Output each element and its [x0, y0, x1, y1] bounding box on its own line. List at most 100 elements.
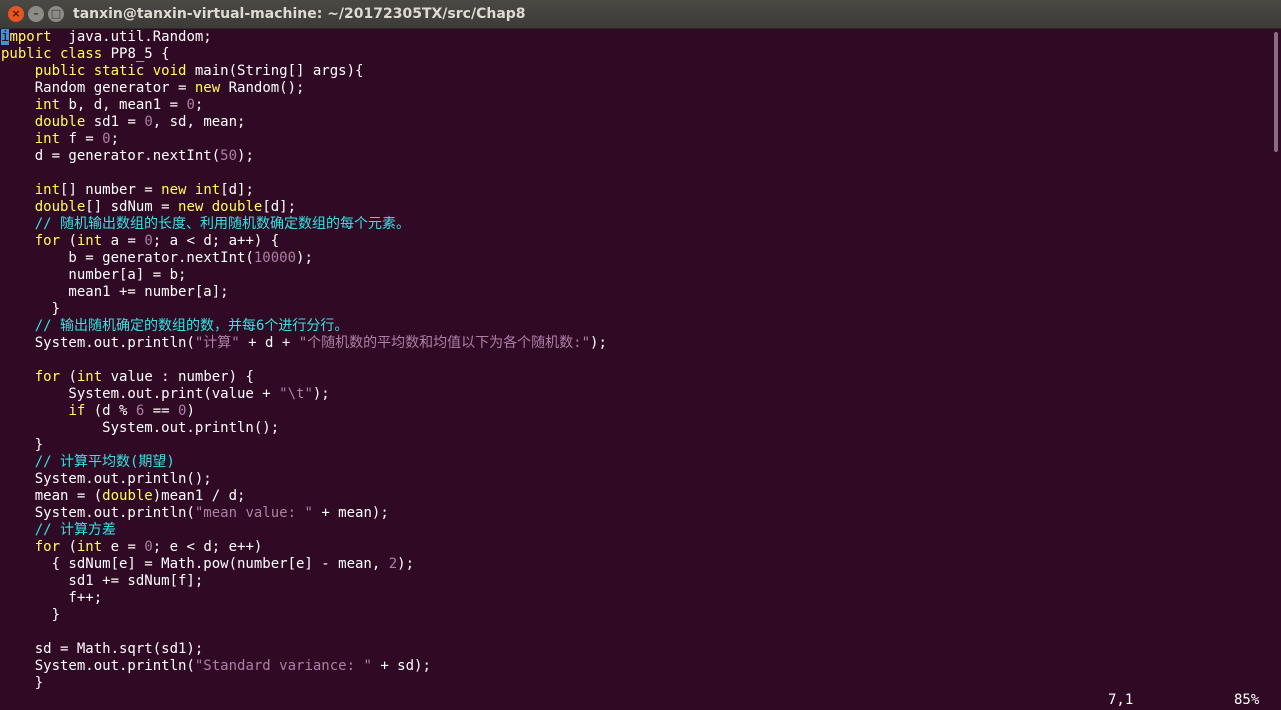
string-token: "个随机数的平均数和均值以下为各个随机数:": [298, 335, 591, 351]
code-token: }: [1, 301, 61, 317]
code-token: , sd, mean;: [152, 114, 246, 130]
keyword-token: if: [68, 403, 86, 419]
code-token: )mean1 / d;: [152, 488, 246, 504]
code-token: [d];: [262, 199, 297, 215]
code-token: System.out.println(: [1, 335, 195, 351]
code-token: System.out.println(: [1, 658, 195, 674]
code-token: java.util.Random;: [51, 29, 212, 45]
code-line[interactable]: // 计算方差: [1, 522, 1273, 539]
code-token: }: [1, 607, 61, 623]
code-token: sd1 =: [85, 114, 145, 130]
code-token: PP8_5 {: [102, 46, 170, 62]
code-line[interactable]: Random generator = new Random();: [1, 80, 1273, 97]
code-line[interactable]: public class PP8_5 {: [1, 46, 1273, 63]
code-token: sd = Math.sqrt(sd1);: [1, 641, 204, 657]
code-token: mean = (: [1, 488, 103, 504]
minimize-icon[interactable]: –: [28, 6, 44, 22]
comment-token: // 随机输出数组的长度、利用随机数确定数组的每个元素。: [34, 216, 411, 232]
code-line[interactable]: // 随机输出数组的长度、利用随机数确定数组的每个元素。: [1, 216, 1273, 233]
title-bar: × – □ tanxin@tanxin-virtual-machine: ~/2…: [0, 0, 1281, 29]
code-line[interactable]: }: [1, 607, 1273, 624]
code-token: a =: [102, 233, 145, 249]
code-line[interactable]: double sd1 = 0, sd, mean;: [1, 114, 1273, 131]
keyword-token: mport: [9, 29, 52, 45]
keyword-token: public static void: [34, 63, 187, 79]
keyword-token: int: [76, 233, 103, 249]
code-line[interactable]: int f = 0;: [1, 131, 1273, 148]
code-line[interactable]: for (int e = 0; e < d; e++): [1, 539, 1273, 556]
keyword-token: public class: [1, 46, 103, 62]
code-line[interactable]: b = generator.nextInt(10000);: [1, 250, 1273, 267]
code-token: [d];: [220, 182, 254, 198]
code-line[interactable]: { sdNum[e] = Math.pow(number[e] - mean, …: [1, 556, 1273, 573]
code-line[interactable]: }: [1, 675, 1273, 692]
code-line[interactable]: System.out.print(value + "\t");: [1, 386, 1273, 403]
number-token: 50: [220, 148, 238, 164]
code-token: f++;: [1, 590, 103, 606]
code-line[interactable]: sd1 += sdNum[f];: [1, 573, 1273, 590]
code-line[interactable]: mean1 += number[a];: [1, 284, 1273, 301]
code-line[interactable]: System.out.println();: [1, 471, 1273, 488]
string-token: "\t": [279, 386, 313, 402]
code-line[interactable]: System.out.println("Standard variance: "…: [1, 658, 1273, 675]
code-token: ==: [144, 403, 179, 419]
keyword-token: int: [76, 369, 103, 385]
code-editor[interactable]: import java.util.Random; public class PP8…: [1, 29, 1273, 692]
code-line[interactable]: int b, d, mean1 = 0;: [1, 97, 1273, 114]
code-line[interactable]: double[] sdNum = new double[d];: [1, 199, 1273, 216]
code-token: );: [312, 386, 330, 402]
code-token: ;: [110, 131, 120, 147]
code-token: (: [60, 233, 77, 249]
code-token: { sdNum[e] = Math.pow(number[e] - mean,: [1, 556, 389, 572]
code-line[interactable]: if (d % 6 == 0): [1, 403, 1273, 420]
code-line[interactable]: d = generator.nextInt(50);: [1, 148, 1273, 165]
scroll-percent: 85%: [1234, 692, 1260, 708]
code-line[interactable]: f++;: [1, 590, 1273, 607]
code-token: }: [1, 437, 44, 453]
string-token: "mean value: ": [194, 505, 313, 521]
code-token: ; a < d; a++) {: [152, 233, 280, 249]
code-token: System.out.println(: [1, 505, 195, 521]
code-token: );: [237, 148, 254, 164]
code-token: number[a] = b;: [1, 267, 187, 283]
code-line[interactable]: for (int a = 0; a < d; a++) {: [1, 233, 1273, 250]
keyword-token: new int: [161, 182, 221, 198]
number-token: 0: [144, 539, 153, 555]
close-icon[interactable]: ×: [8, 6, 24, 22]
code-line[interactable]: }: [1, 437, 1273, 454]
code-line[interactable]: int[] number = new int[d];: [1, 182, 1273, 199]
scrollbar[interactable]: [1274, 32, 1278, 152]
code-line[interactable]: System.out.println();: [1, 420, 1273, 437]
code-line[interactable]: System.out.println("mean value: " + mean…: [1, 505, 1273, 522]
code-token: + d +: [239, 335, 299, 351]
code-token: );: [590, 335, 607, 351]
code-line[interactable]: // 输出随机确定的数组的数，并每6个进行分行。: [1, 318, 1273, 335]
code-line[interactable]: mean = (double)mean1 / d;: [1, 488, 1273, 505]
code-line[interactable]: [1, 624, 1273, 641]
code-line[interactable]: }: [1, 301, 1273, 318]
code-line[interactable]: for (int value : number) {: [1, 369, 1273, 386]
code-token: d = generator.nextInt(: [1, 148, 221, 164]
keyword-token: double: [34, 199, 86, 215]
comment-token: // 输出随机确定的数组的数，并每6个进行分行。: [34, 318, 349, 334]
maximize-icon[interactable]: □: [48, 6, 64, 22]
code-line[interactable]: import java.util.Random;: [1, 29, 1273, 46]
code-token: [] number =: [60, 182, 162, 198]
keyword-token: new double: [178, 199, 263, 215]
code-line[interactable]: public static void main(String[] args){: [1, 63, 1273, 80]
code-line[interactable]: number[a] = b;: [1, 267, 1273, 284]
code-token: ;: [194, 97, 204, 113]
string-token: "计算": [194, 335, 240, 351]
code-line[interactable]: [1, 165, 1273, 182]
code-line[interactable]: [1, 352, 1273, 369]
code-line[interactable]: sd = Math.sqrt(sd1);: [1, 641, 1273, 658]
code-line[interactable]: // 计算平均数(期望): [1, 454, 1273, 471]
code-token: f =: [60, 131, 103, 147]
code-token: main(String[] args){: [186, 63, 364, 79]
keyword-token: for: [34, 539, 61, 555]
code-line[interactable]: System.out.println("计算" + d + "个随机数的平均数和…: [1, 335, 1273, 352]
